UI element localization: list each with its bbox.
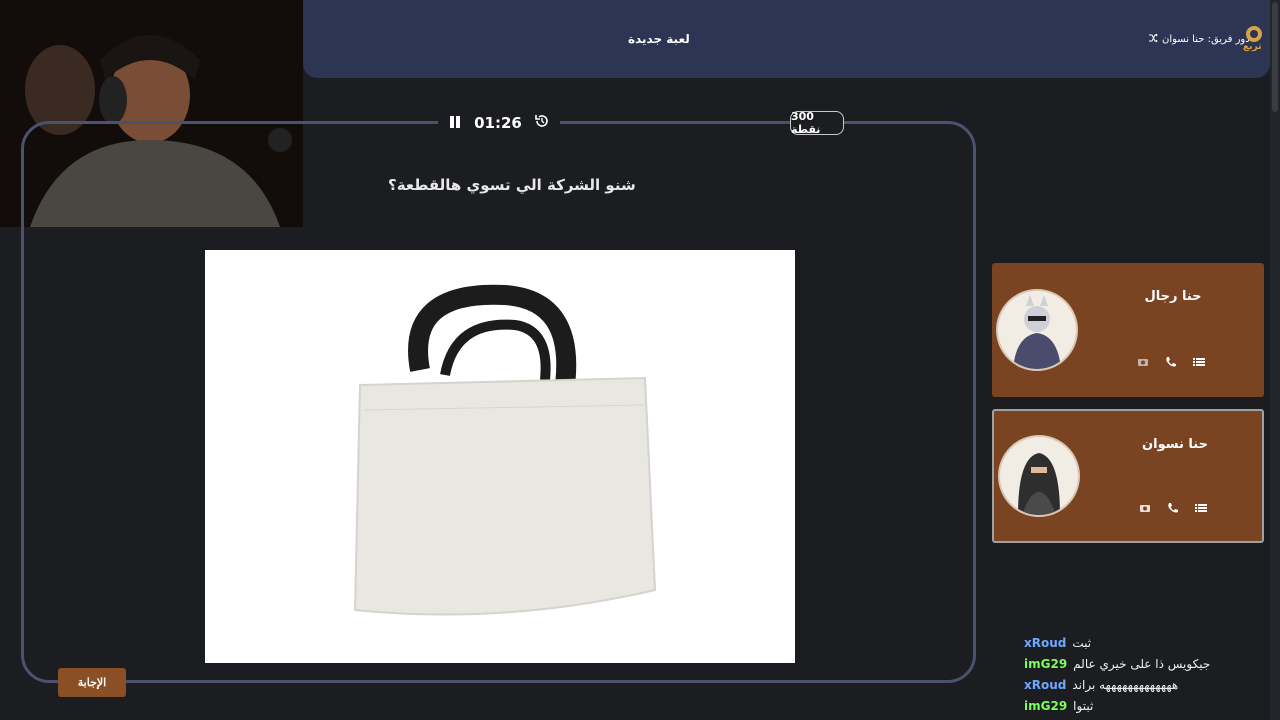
chat-message: imG29 ثبتوا (1024, 695, 1264, 716)
stream-chat: xRoud ثبت imG29 جيكويس ذا على خيري عالم … (1024, 632, 1264, 716)
chat-text: ثبت (1072, 635, 1092, 650)
phone-icon[interactable] (1164, 355, 1178, 369)
list-icon[interactable] (1194, 501, 1208, 515)
turn-label: دور فريق: حنا نسوان (1162, 34, 1250, 45)
phone-icon[interactable] (1166, 501, 1180, 515)
chat-username: imG29 (1024, 656, 1068, 671)
camera-icon[interactable] (1138, 501, 1152, 515)
chat-message: xRoud هههههههههههههه براند (1024, 674, 1264, 695)
chat-message: xRoud ثبت (1024, 632, 1264, 653)
turn-indicator: دور فريق: حنا نسوان (1148, 33, 1250, 46)
team-actions (1136, 355, 1206, 369)
camera-icon[interactable] (1136, 355, 1150, 369)
chat-message: imG29 جيكويس ذا على خيري عالم (1024, 653, 1264, 674)
chat-username: xRoud (1024, 635, 1067, 650)
team-card-women: حنا نسوان (992, 409, 1264, 543)
chat-text: جيكويس ذا على خيري عالم (1073, 656, 1211, 671)
chat-text: ثبتوا (1073, 698, 1094, 713)
question-text: شنو الشركة الي تسوي هالقطعة؟ (388, 176, 636, 194)
team-avatar (998, 435, 1080, 517)
scrollbar-thumb[interactable] (1272, 2, 1278, 112)
chat-username: xRoud (1024, 677, 1067, 692)
points-badge: 300 نقطة (790, 110, 844, 136)
answer-button[interactable]: الإجابة (58, 668, 126, 697)
team-avatar (996, 289, 1078, 371)
question-image (205, 250, 795, 663)
timer-value: 01:26 (474, 114, 522, 132)
top-bar (303, 0, 1270, 78)
team-card-men: حنا رجال (992, 263, 1264, 397)
team-actions (1138, 501, 1208, 515)
shuffle-icon[interactable] (1148, 33, 1158, 46)
logo-text: تربع (1243, 42, 1262, 52)
new-game-link[interactable]: لعبة جديدة (628, 32, 690, 46)
timer: 01:26 (438, 107, 560, 139)
reset-timer-icon[interactable] (534, 113, 550, 133)
pause-icon[interactable] (448, 114, 462, 133)
chat-text: هههههههههههههه براند (1072, 677, 1179, 692)
chat-username: imG29 (1024, 698, 1068, 713)
list-icon[interactable] (1192, 355, 1206, 369)
